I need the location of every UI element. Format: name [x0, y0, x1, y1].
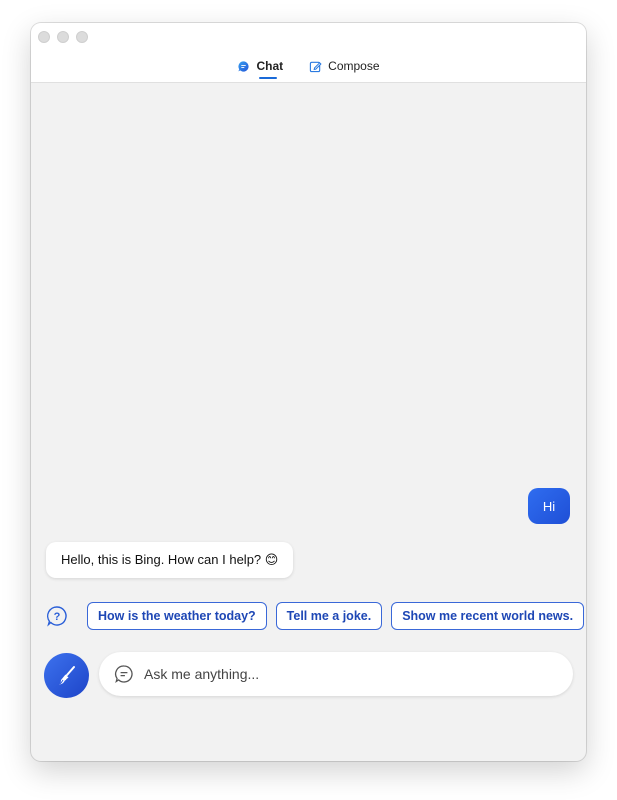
suggestion-chip-label: How is the weather today?	[98, 609, 256, 623]
chat-input-icon	[115, 665, 133, 684]
app-window: Chat Compose Hi Hello, this is Bing. How…	[31, 23, 586, 761]
broom-icon	[59, 665, 75, 685]
question-help-icon[interactable]: ?	[46, 605, 68, 627]
tab-bar: Chat Compose	[31, 59, 586, 79]
chat-input-container	[99, 652, 573, 696]
suggestion-chip-joke[interactable]: Tell me a joke.	[275, 602, 383, 630]
tab-chat[interactable]: Chat	[237, 59, 284, 79]
titlebar: Chat Compose	[31, 23, 586, 83]
window-controls	[38, 31, 88, 43]
suggestion-bar: ? How is the weather today? Tell me a jo…	[46, 602, 585, 630]
bot-message-text: Hello, this is Bing. How can I help? 😊	[61, 552, 279, 567]
suggestion-chip-news[interactable]: Show me recent world news.	[391, 602, 585, 630]
chat-bubble-icon	[238, 60, 250, 72]
maximize-window-button[interactable]	[76, 31, 88, 43]
tab-compose-label: Compose	[328, 59, 380, 73]
user-message-text: Hi	[542, 498, 556, 514]
svg-text:?: ?	[54, 611, 61, 623]
close-window-button[interactable]	[38, 31, 50, 43]
compose-icon	[309, 61, 322, 72]
suggestion-chip-label: Show me recent world news.	[402, 609, 574, 623]
tab-compose[interactable]: Compose	[309, 59, 380, 73]
bot-message-bubble: Hello, this is Bing. How can I help? 😊	[46, 542, 294, 578]
suggestion-chip-label: Tell me a joke.	[286, 609, 372, 623]
tab-chat-label: Chat	[256, 59, 284, 73]
minimize-window-button[interactable]	[57, 31, 69, 43]
user-message-bubble: Hi	[528, 488, 570, 524]
chat-input[interactable]	[144, 666, 564, 682]
new-topic-button[interactable]	[44, 653, 89, 698]
suggestion-chip-weather[interactable]: How is the weather today?	[87, 602, 267, 630]
